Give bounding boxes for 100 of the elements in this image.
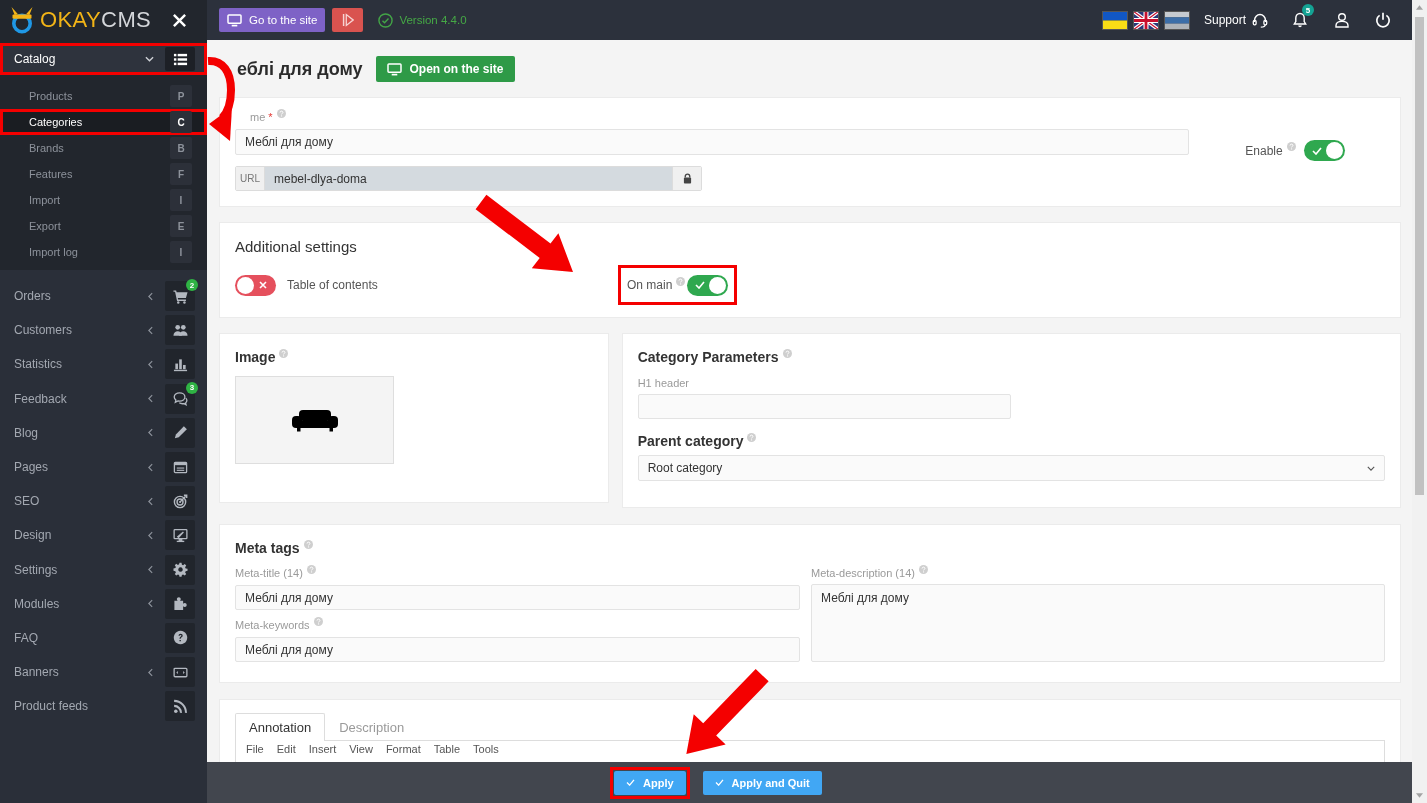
setting-label: On main [627,278,673,292]
count-badge: 2 [186,279,198,292]
shortcut-key: I [170,241,192,263]
close-icon[interactable] [172,12,187,28]
check-icon [1311,146,1322,155]
sidebar-menu-item[interactable]: Banners [0,655,207,690]
submenu-item[interactable]: Import log I [0,239,207,265]
image-dropzone[interactable] [235,376,394,464]
chat-bubbles-icon [165,383,195,414]
sidebar-menu-item[interactable]: SEO [0,484,207,519]
support-link[interactable]: Support [1203,12,1268,28]
video-button[interactable] [332,8,364,32]
sidebar-menu-item[interactable]: Product feeds [0,689,207,724]
help-icon [276,108,286,118]
toggle-switch[interactable] [687,274,729,296]
editor-menu-item[interactable]: File [246,743,264,756]
sidebar-menu-item[interactable]: Modules [0,586,207,621]
field-label: H1 header [637,376,691,389]
field-label: Meta-title (14) [235,566,303,580]
go-to-site-button[interactable]: Go to the site [219,8,326,32]
editor-menu-item[interactable]: Format [385,743,421,756]
url-input[interactable]: mebel-dlya-doma [265,167,672,190]
open-on-site-button[interactable]: Open on the site [375,56,515,82]
sidebar-menu-item[interactable]: Design [0,518,207,553]
meta-keywords-input[interactable]: Меблі для дому [235,637,800,662]
shortcut-key: C [170,111,192,133]
field-label: Meta-description (14) [811,566,915,580]
field-label: Meta-keywords [235,618,310,632]
editor-menu-item[interactable]: Edit [276,743,296,756]
submenu-item[interactable]: Categories C [0,109,207,135]
help-icon [918,564,928,574]
chevron-down-icon [1367,465,1375,471]
submenu-item[interactable]: Brands B [0,135,207,161]
carousel-icon [165,657,195,688]
headset-icon [1252,12,1268,28]
submenu-item[interactable]: Export E [0,213,207,239]
editor-tab[interactable]: Annotation [235,713,326,741]
scrollbar-thumb[interactable] [1415,17,1424,495]
h1-input[interactable] [637,394,1012,419]
sidebar-menu-item[interactable]: Customers [0,313,207,348]
required-mark: * [268,110,273,124]
browser-window-icon [165,452,195,483]
sidebar-menu-item[interactable]: Feedback 3 [0,381,207,416]
check-icon [626,779,635,786]
field-label: me [250,110,266,124]
shortcut-key: F [170,163,192,185]
shortcut-key: B [170,137,192,159]
editor-menu-item[interactable]: Tools [473,743,499,756]
editor-menu-item[interactable]: Table [433,743,460,756]
flag-icon[interactable] [1132,10,1159,30]
meta-description-textarea[interactable]: Меблі для дому [811,584,1385,662]
gear-icon [165,554,195,585]
help-icon [782,349,792,358]
check-circle-icon [378,12,394,28]
sidebar-menu-item[interactable]: Statistics [0,347,207,382]
sidebar-menu-item[interactable]: Blog [0,415,207,450]
editor-menu-item[interactable]: View [349,743,373,756]
section-title: Meta tags [235,540,300,557]
submenu-item[interactable]: Features F [0,161,207,187]
list-icon [165,47,195,71]
section-title: Image [235,349,276,366]
flag-icon[interactable] [1163,10,1190,30]
name-input[interactable]: Меблі для дому [235,129,1189,155]
shortcut-key: I [170,189,192,211]
editor-menu-item[interactable]: Insert [308,743,337,756]
count-badge: 3 [186,381,198,394]
toggle-switch[interactable] [1303,140,1345,161]
scrollbar[interactable] [1412,0,1427,803]
sofa-icon [290,408,339,432]
section-title: Additional settings [235,238,358,256]
submenu-item[interactable]: Products P [0,83,207,109]
bell-icon[interactable] [1292,12,1308,28]
shortcut-key: E [170,215,192,237]
help-icon [313,616,323,626]
check-icon [695,281,706,289]
play-icon [341,13,354,27]
flag-icon[interactable] [1101,10,1128,30]
sidebar-menu-item[interactable]: Pages [0,449,207,485]
help-icon [279,349,289,358]
parent-category-select[interactable]: Root category [637,455,1385,481]
cross-icon [259,281,267,289]
sidebar-menu-item[interactable]: Orders 2 [0,279,207,314]
puzzle-icon [165,588,195,619]
power-icon[interactable] [1375,12,1391,28]
rss-icon [165,691,195,722]
target-icon [165,486,195,517]
sidebar-menu-item[interactable]: Catalog [0,43,207,75]
section-title: Parent category [637,433,744,450]
help-icon [165,622,195,653]
sidebar-menu-item[interactable]: Settings [0,552,207,587]
help-icon [1286,142,1296,151]
page-title: еблі для дому [237,58,363,81]
user-icon[interactable] [1334,12,1350,28]
setting-label: Enable [1245,143,1283,158]
submenu-item[interactable]: Import I [0,187,207,213]
url-prefix: URL [236,167,265,190]
sidebar-menu-item[interactable]: FAQ [0,620,207,656]
toggle-switch[interactable] [235,274,276,296]
help-icon [747,433,757,442]
meta-title-input[interactable]: Меблі для дому [235,585,800,610]
